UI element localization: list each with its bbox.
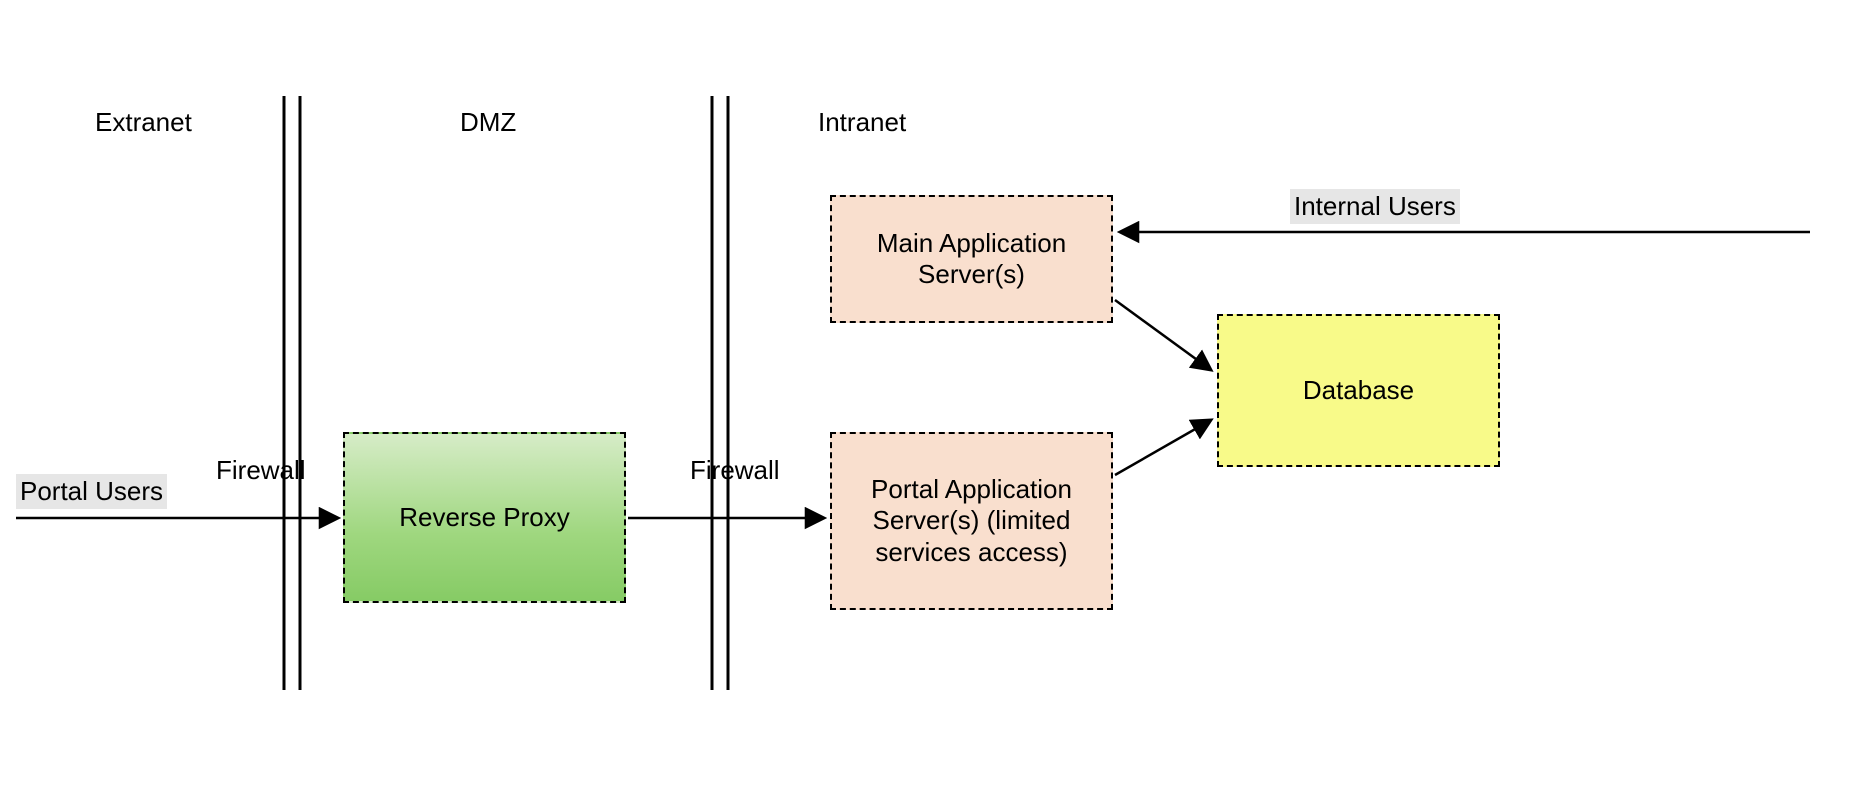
firewall-label-right: Firewall bbox=[690, 455, 780, 486]
zone-label-intranet: Intranet bbox=[818, 107, 906, 138]
database-box: Database bbox=[1217, 314, 1500, 467]
main-app-text: Main Application Server(s) bbox=[838, 228, 1105, 290]
zone-label-extranet: Extranet bbox=[95, 107, 192, 138]
internal-users-label: Internal Users bbox=[1290, 189, 1460, 224]
arrow-mainapp-to-db bbox=[1115, 300, 1211, 370]
arrow-portalapp-to-db bbox=[1115, 420, 1211, 475]
reverse-proxy-box: Reverse Proxy bbox=[343, 432, 626, 603]
reverse-proxy-text: Reverse Proxy bbox=[399, 502, 570, 533]
portal-app-box: Portal Application Server(s) (limited se… bbox=[830, 432, 1113, 610]
portal-users-label: Portal Users bbox=[16, 474, 167, 509]
database-text: Database bbox=[1303, 375, 1414, 406]
main-app-box: Main Application Server(s) bbox=[830, 195, 1113, 323]
diagram-lines bbox=[0, 0, 1872, 804]
firewall-label-left: Firewall bbox=[216, 455, 306, 486]
zone-label-dmz: DMZ bbox=[460, 107, 516, 138]
portal-app-text: Portal Application Server(s) (limited se… bbox=[838, 474, 1105, 568]
